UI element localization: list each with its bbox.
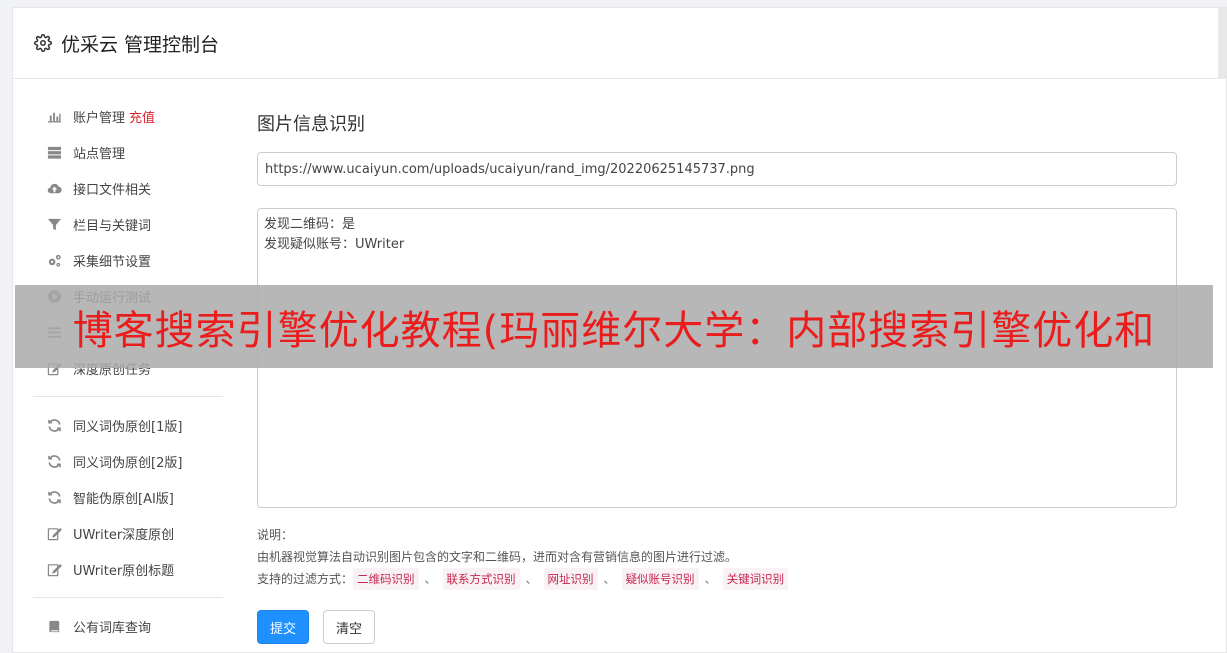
sidebar-item[interactable]: 同义词伪原创[1版] <box>33 407 223 443</box>
server-icon <box>45 143 63 161</box>
action-buttons: 提交 清空 <box>257 610 1177 644</box>
sidebar-item-label: UWriter深度原创 <box>73 527 175 543</box>
sidebar-item[interactable]: 同义词伪原创[2版] <box>33 443 223 479</box>
sidebar-item[interactable]: 站点管理 <box>33 134 223 170</box>
sidebar-item-label: 接口文件相关 <box>73 182 152 198</box>
sidebar-item[interactable]: 账户管理 充值 <box>33 98 223 134</box>
sidebar-item[interactable]: 采集细节设置 <box>33 242 223 278</box>
tag-separator: 、 <box>704 572 717 586</box>
sidebar: 账户管理充值站点管理接口文件相关栏目与关键词采集细节设置手动运行测试深度原创任务… <box>33 98 223 644</box>
sidebar-item-label: 同义词伪原创[2版] <box>73 455 183 471</box>
refresh-icon <box>45 452 63 470</box>
filter-tag: 网址识别 <box>543 568 598 590</box>
sidebar-item-label: 站点管理 <box>73 146 126 162</box>
filter-methods: 支持的过滤方式： 二维码识别、联系方式识别、网址识别、疑似账号识别、关键词识别 <box>257 568 1177 590</box>
refresh-icon <box>45 416 63 434</box>
sidebar-item-label: 同义词伪原创[1版] <box>73 419 183 435</box>
sidebar-item[interactable]: 公有词库查询 <box>33 608 223 644</box>
notes-description: 由机器视觉算法自动识别图片包含的文字和二维码，进而对含有营销信息的图片进行过滤。 <box>257 550 738 564</box>
section-title: 图片信息识别 <box>257 114 365 135</box>
edit-icon <box>45 560 63 578</box>
page-title: 优采云 管理控制台 <box>61 33 220 56</box>
main-content: 图片信息识别 发现二维码：是 发现疑似账号：UWriter 说明： 由机器视觉算… <box>257 98 1177 644</box>
refresh-icon <box>45 488 63 506</box>
filter-tag: 二维码识别 <box>353 568 419 590</box>
sidebar-item[interactable]: UWriter深度原创 <box>33 515 223 551</box>
sidebar-item-label: 采集细节设置 <box>73 254 152 270</box>
sidebar-item[interactable]: 接口文件相关 <box>33 170 223 206</box>
banner-text: 博客搜索引擎优化教程(玛丽维尔大学：内部搜索引擎优化和 <box>72 307 1156 354</box>
sidebar-divider <box>33 597 223 598</box>
notes-label: 说明： <box>257 528 294 542</box>
filter-tag: 联系方式识别 <box>442 568 520 590</box>
header: 优采云 管理控制台 <box>13 8 1226 79</box>
filter-tag: 疑似账号识别 <box>621 568 699 590</box>
tag-separator: 、 <box>424 572 437 586</box>
tag-separator: 、 <box>525 572 538 586</box>
filter-tag: 关键词识别 <box>722 568 789 590</box>
sidebar-item-label: 智能伪原创[AI版] <box>73 491 174 507</box>
filter-icon <box>45 215 63 233</box>
sidebar-item[interactable]: 智能伪原创[AI版] <box>33 479 223 515</box>
sidebar-item-label: UWriter原创标题 <box>73 563 175 579</box>
sidebar-divider <box>33 396 223 397</box>
edit-icon <box>45 524 63 542</box>
bar-chart-icon <box>45 107 63 125</box>
gears-icon <box>45 251 63 269</box>
filter-label: 支持的过滤方式： <box>257 572 354 586</box>
tag-separator: 、 <box>603 572 616 586</box>
sidebar-item-label: 账户管理 <box>73 110 126 126</box>
notes: 说明： 由机器视觉算法自动识别图片包含的文字和二维码，进而对含有营销信息的图片进… <box>257 524 1177 590</box>
image-url-input[interactable] <box>257 152 1177 186</box>
cloud-upload-icon <box>45 179 63 197</box>
submit-button[interactable]: 提交 <box>257 610 310 644</box>
gear-icon <box>33 33 53 53</box>
sidebar-item[interactable]: UWriter原创标题 <box>33 551 223 587</box>
recharge-link[interactable]: 充值 <box>129 107 155 126</box>
sidebar-item-label: 栏目与关键词 <box>73 218 152 234</box>
sidebar-item[interactable]: 栏目与关键词 <box>33 206 223 242</box>
sidebar-item-label: 公有词库查询 <box>73 620 152 636</box>
overlay-banner: 博客搜索引擎优化教程(玛丽维尔大学：内部搜索引擎优化和 <box>15 285 1213 368</box>
clear-button[interactable]: 清空 <box>323 610 376 644</box>
scrollbar[interactable] <box>1218 8 1226 78</box>
book-icon <box>45 617 63 635</box>
filter-tag-list: 二维码识别、联系方式识别、网址识别、疑似账号识别、关键词识别 <box>353 568 789 590</box>
